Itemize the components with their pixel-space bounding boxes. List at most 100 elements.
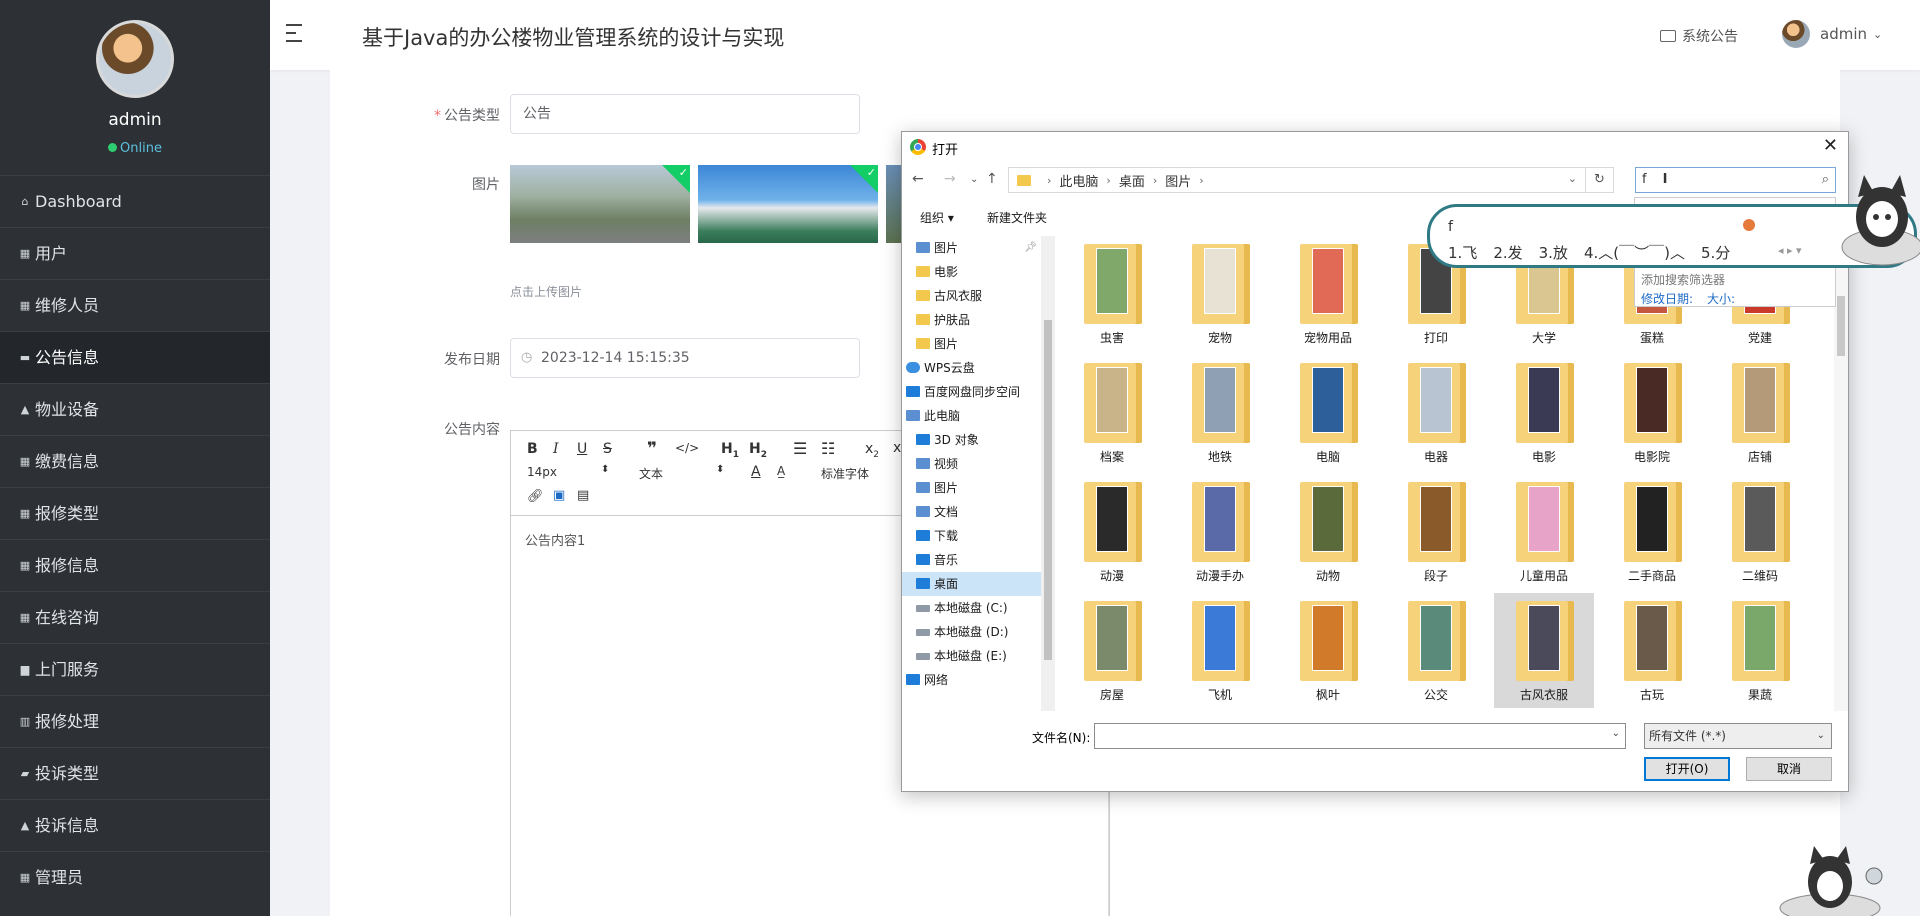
bullet-list-icon[interactable]: ☷ [821,439,835,458]
system-notice-link[interactable]: 系统公告 [1660,26,1738,46]
heading1-icon[interactable]: H1 [721,441,739,460]
folder-item[interactable]: 虫害 [1062,236,1162,351]
ime-pager-icon[interactable]: ◂ ▸ ▾ [1778,244,1802,257]
folder-item[interactable]: 古风衣服 [1494,593,1594,708]
open-button[interactable]: 打开(O) [1644,757,1730,781]
folder-item[interactable]: 宠物 [1170,236,1270,351]
sidebar-item-0[interactable]: ⌂ Dashboard [0,175,270,227]
font-color-icon[interactable]: A [751,464,761,480]
sidebar-item-10[interactable]: ▥ 报修处理 [0,695,270,747]
image-icon[interactable]: ▣ [553,488,565,503]
nav-item[interactable]: 百度网盘同步空间 [902,380,1041,404]
new-folder-button[interactable]: 新建文件夹 [987,209,1047,226]
type-input[interactable]: 公告 [510,94,860,134]
filter-size[interactable]: 大小: [1707,290,1735,307]
sidebar-item-7[interactable]: ▦ 报修信息 [0,539,270,591]
sidebar-item-12[interactable]: ▲ 投诉信息 [0,799,270,851]
folder-item[interactable]: 儿童用品 [1494,474,1594,589]
nav-item[interactable]: 图片 [902,476,1041,500]
folder-item[interactable]: 段子 [1386,474,1486,589]
breadcrumb-pc[interactable]: 此电脑 [1059,171,1098,190]
strikethrough-icon[interactable]: S [603,441,612,457]
nav-item[interactable]: 古风衣服 [902,284,1041,308]
nav-item[interactable]: 电影 [902,260,1041,284]
folder-item[interactable]: 电器 [1386,355,1486,470]
nav-item[interactable]: 文档 [902,500,1041,524]
folder-item[interactable]: 古玩 [1602,593,1702,708]
folder-item[interactable]: 动漫手办 [1170,474,1270,589]
sidebar-item-9[interactable]: ▆ 上门服务 [0,643,270,695]
nav-item[interactable]: 本地磁盘 (C:) [902,596,1041,620]
filetype-select[interactable]: 所有文件 (*.*) ⌄ [1644,723,1832,749]
menu-toggle-icon[interactable] [286,24,308,46]
nav-item[interactable]: 此电脑 [902,404,1041,428]
add-search-filter[interactable]: 添加搜索筛选器 [1641,271,1725,288]
nav-item[interactable]: 视频 [902,452,1041,476]
folder-item[interactable]: 二手商品 [1602,474,1702,589]
nav-item[interactable]: 图片 📌︎ [902,236,1041,260]
up-arrow-icon[interactable]: ↑ [986,171,998,187]
folder-item[interactable]: 店铺 [1710,355,1810,470]
search-icon[interactable]: ⌕ [1822,168,1829,192]
bold-icon[interactable]: B [527,441,538,457]
sidebar-item-5[interactable]: ▦ 缴费信息 [0,435,270,487]
link-icon[interactable]: 🔗︎ [527,489,544,504]
nav-item[interactable]: 网络 [902,668,1041,692]
back-arrow-icon[interactable]: ← [912,171,924,187]
sidebar-item-4[interactable]: ▲ 物业设备 [0,383,270,435]
user-dropdown[interactable]: admin ⌄ [1782,20,1882,48]
folder-item[interactable]: 飞机 [1170,593,1270,708]
font-size-select[interactable]: 14px [527,465,557,479]
breadcrumb-pictures[interactable]: 图片 [1165,171,1191,190]
organize-menu[interactable]: 组织 ▾ [920,209,954,226]
ime-candidate[interactable]: 5.分 [1701,244,1730,262]
nav-item[interactable]: WPS云盘 [902,356,1041,380]
folder-item[interactable]: 动漫 [1062,474,1162,589]
address-bar[interactable]: › 此电脑 › 桌面 › 图片 › ⌄ [1008,167,1586,193]
recent-dropdown-icon[interactable]: ⌄ [970,174,978,185]
sidebar-item-1[interactable]: ▦ 用户 [0,227,270,279]
grid-scrollbar[interactable] [1834,236,1848,711]
nav-scrollbar[interactable] [1041,236,1055,711]
date-input[interactable]: ◷ 2023-12-14 15:15:35 [510,338,860,378]
code-icon[interactable]: </> [675,441,699,455]
refresh-icon[interactable]: ↻ [1586,167,1614,193]
chevron-down-icon[interactable]: ⌄ [1612,728,1620,739]
ime-candidate[interactable]: 3.放 [1539,244,1568,262]
italic-icon[interactable]: I [553,441,559,457]
folder-item[interactable]: 电影 [1494,355,1594,470]
ordered-list-icon[interactable]: ☰ [793,439,807,458]
search-input[interactable]: fI ⌕ [1635,167,1836,193]
folder-item[interactable]: 地铁 [1170,355,1270,470]
ime-candidate[interactable]: 2.发 [1493,244,1522,262]
sidebar-item-3[interactable]: ▬ 公告信息 [0,331,270,383]
sidebar-item-6[interactable]: ▦ 报修类型 [0,487,270,539]
folder-item[interactable]: 果蔬 [1710,593,1810,708]
quote-icon[interactable]: ❞ [647,439,657,459]
folder-item[interactable]: 公交 [1386,593,1486,708]
folder-item[interactable]: 电脑 [1278,355,1378,470]
underline-icon[interactable]: U [577,441,587,457]
sidebar-item-13[interactable]: ▦ 管理员 [0,851,270,903]
folder-item[interactable]: 宠物用品 [1278,236,1378,351]
folder-item[interactable]: 动物 [1278,474,1378,589]
cancel-button[interactable]: 取消 [1746,757,1832,781]
folder-item[interactable]: 枫叶 [1278,593,1378,708]
address-dropdown-icon[interactable]: ⌄ [1568,172,1577,185]
image-thumbnail[interactable]: ✓ [698,165,878,243]
forward-arrow-icon[interactable]: → [944,171,956,187]
folder-item[interactable]: 房屋 [1062,593,1162,708]
nav-item[interactable]: 3D 对象 [902,428,1041,452]
paragraph-select[interactable]: 文本 [639,465,663,482]
nav-item[interactable]: 下载 [902,524,1041,548]
nav-item[interactable]: 本地磁盘 (D:) [902,620,1041,644]
filename-input[interactable]: ⌄ [1094,723,1626,749]
folder-item[interactable]: 电影院 [1602,355,1702,470]
font-family-select[interactable]: 标准字体 [821,465,869,482]
nav-item[interactable]: 桌面 [902,572,1041,596]
nav-item[interactable]: 本地磁盘 (E:) [902,644,1041,668]
sidebar-item-2[interactable]: ▦ 维修人员 [0,279,270,331]
nav-item[interactable]: 护肤品 [902,308,1041,332]
image-thumbnail[interactable] [886,165,901,243]
video-icon[interactable]: ▤ [577,488,589,503]
